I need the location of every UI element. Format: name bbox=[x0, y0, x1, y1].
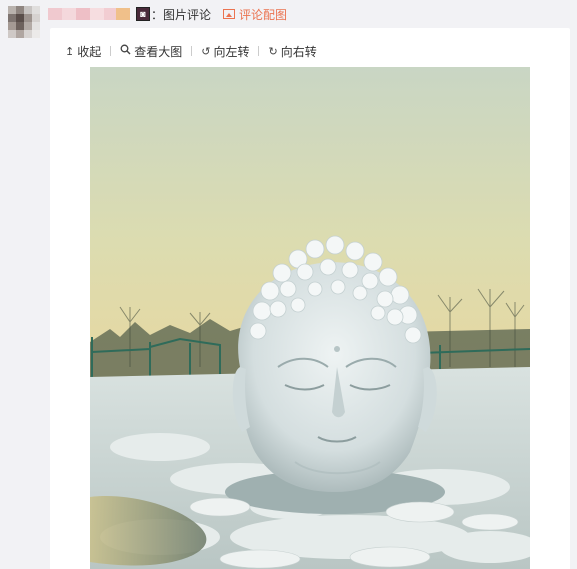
avatar[interactable] bbox=[8, 6, 40, 38]
image-preview-card: ↥ 收起 查看大图 ↺ 向左转 ↻ 向右转 bbox=[50, 28, 570, 569]
rotate-left-icon: ↺ bbox=[201, 44, 211, 58]
blurred-username[interactable] bbox=[48, 8, 130, 20]
toolbar-divider bbox=[258, 46, 260, 56]
toolbar-divider bbox=[191, 46, 193, 56]
source-label: 图片评论 bbox=[163, 7, 212, 22]
rotate-right-button[interactable]: ↻ 向右转 bbox=[268, 43, 316, 60]
collapse-label: 收起 bbox=[77, 44, 102, 59]
comment-image-link-label: 评论配图 bbox=[239, 7, 288, 22]
snow-buddha-photo bbox=[90, 67, 530, 569]
image-toolbar: ↥ 收起 查看大图 ↺ 向左转 ↻ 向右转 bbox=[65, 43, 317, 59]
arrow-up-icon: ↥ bbox=[65, 44, 75, 58]
magnifier-icon bbox=[120, 44, 131, 58]
rotate-left-label: 向左转 bbox=[213, 44, 250, 59]
rotate-right-icon: ↻ bbox=[268, 44, 278, 58]
view-large-button[interactable]: 查看大图 bbox=[120, 43, 182, 60]
comment-image-link[interactable]: 评论配图 bbox=[223, 6, 287, 23]
toolbar-divider bbox=[110, 46, 112, 56]
rotate-right-label: 向右转 bbox=[280, 44, 317, 59]
rotate-left-button[interactable]: ↺ 向左转 bbox=[201, 43, 249, 60]
view-large-label: 查看大图 bbox=[134, 44, 183, 59]
collapse-button[interactable]: ↥ 收起 bbox=[65, 43, 101, 60]
image-icon bbox=[223, 9, 236, 19]
comment-header: ◙ ： 图片评论 评论配图 bbox=[48, 6, 287, 22]
comment-photo[interactable] bbox=[90, 67, 530, 569]
app-badge-icon: ◙ bbox=[136, 7, 150, 21]
header-separator: ： bbox=[151, 7, 164, 22]
